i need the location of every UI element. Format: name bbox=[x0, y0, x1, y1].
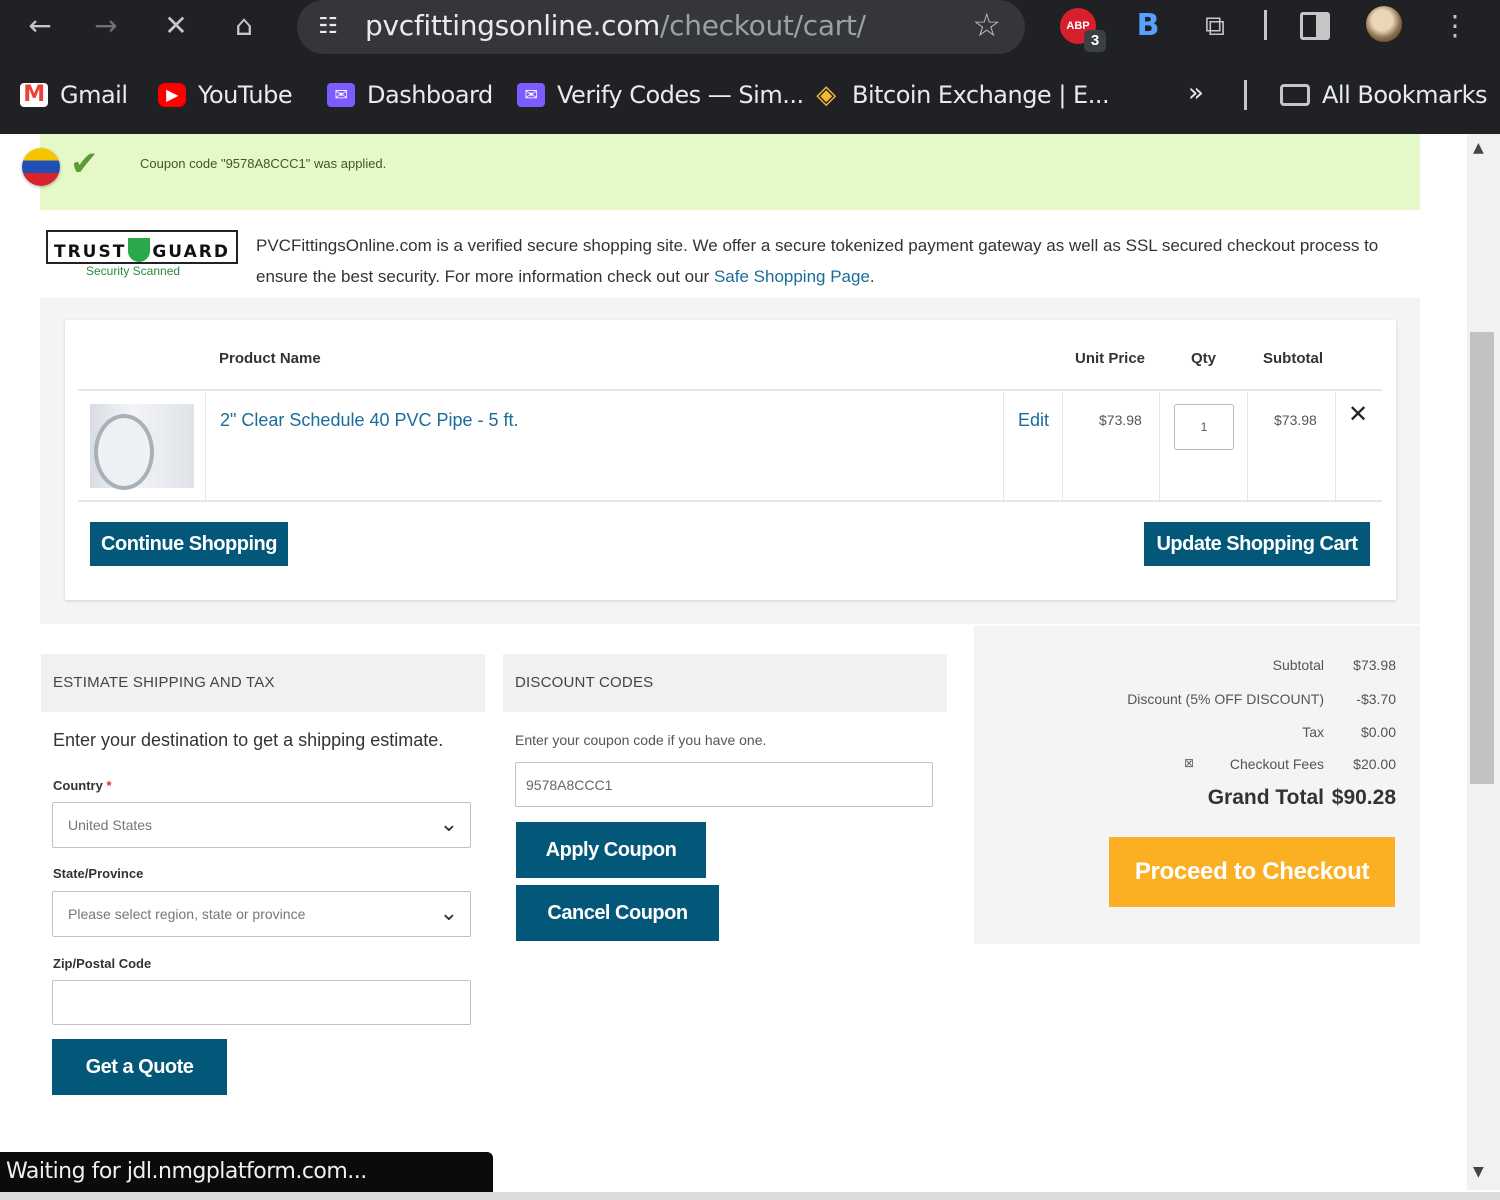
home-icon[interactable]: ⌂ bbox=[224, 6, 264, 46]
extensions-puzzle-icon[interactable]: ⧉ bbox=[1197, 8, 1233, 44]
bookmarks-divider bbox=[1244, 80, 1247, 110]
more-bookmarks-chevron-icon[interactable]: » bbox=[1188, 78, 1204, 108]
forward-arrow-icon[interactable]: → bbox=[86, 6, 126, 46]
url-text[interactable]: pvcfittingsonline.com/checkout/cart/ bbox=[365, 9, 866, 42]
side-panel-icon[interactable] bbox=[1300, 12, 1330, 40]
bookmark-gmail[interactable]: M Gmail bbox=[20, 78, 128, 112]
coupon-message-text: Coupon code "9578A8CCC1" was applied. bbox=[140, 156, 387, 171]
scroll-up-arrow-icon[interactable]: ▲ bbox=[1473, 140, 1484, 156]
discount-value: -$3.70 bbox=[1356, 691, 1396, 707]
get-quote-button[interactable]: Get a Quote bbox=[52, 1039, 227, 1095]
coupon-code-input[interactable] bbox=[515, 762, 933, 807]
address-bar[interactable]: ☷ pvcfittingsonline.com/checkout/cart/ ☆ bbox=[297, 0, 1025, 54]
bitwarden-extension-icon[interactable]: B bbox=[1130, 8, 1166, 44]
gmail-icon: M bbox=[20, 83, 48, 107]
stop-loading-icon[interactable]: ✕ bbox=[156, 6, 196, 46]
browser-toolbar: ← → ✕ ⌂ ☷ pvcfittingsonline.com/checkout… bbox=[0, 0, 1500, 58]
state-label: State/Province bbox=[53, 866, 144, 881]
mail-icon: ✉ bbox=[327, 83, 355, 107]
unit-price: $73.98 bbox=[1099, 412, 1142, 428]
zip-label: Zip/Postal Code bbox=[53, 956, 152, 971]
header-subtotal: Subtotal bbox=[1263, 350, 1323, 367]
secure-shopping-text: PVCFittingsOnline.com is a verified secu… bbox=[256, 236, 1379, 286]
table-col-divider bbox=[1247, 392, 1248, 500]
binance-icon: ◈ bbox=[816, 80, 836, 110]
checkout-fees-value: $20.00 bbox=[1353, 756, 1396, 772]
profile-avatar[interactable] bbox=[1366, 6, 1402, 42]
table-col-divider bbox=[1159, 392, 1160, 500]
table-divider bbox=[78, 389, 1382, 391]
table-divider bbox=[78, 500, 1382, 502]
bookmark-star-icon[interactable]: ☆ bbox=[972, 6, 1001, 44]
shipping-intro: Enter your destination to get a shipping… bbox=[53, 730, 444, 750]
more-menu-icon[interactable]: ⋮ bbox=[1440, 6, 1470, 46]
row-subtotal: $73.98 bbox=[1274, 412, 1317, 428]
page-bottom-edge bbox=[0, 1192, 1500, 1200]
youtube-icon: ▶ bbox=[158, 83, 186, 107]
shipping-section-title[interactable]: ESTIMATE SHIPPING AND TAX bbox=[41, 654, 485, 712]
site-settings-icon[interactable]: ☷ bbox=[313, 12, 343, 42]
country-select[interactable]: United States ⌄ bbox=[52, 802, 471, 848]
table-col-divider bbox=[1062, 392, 1063, 500]
back-arrow-icon[interactable]: ← bbox=[20, 6, 60, 46]
discount-label: Discount (5% OFF DISCOUNT) bbox=[1127, 691, 1324, 707]
shield-icon bbox=[128, 238, 151, 262]
bookmark-dashboard[interactable]: ✉ Dashboard bbox=[327, 78, 493, 112]
all-bookmarks-button[interactable]: All Bookmarks bbox=[1280, 78, 1487, 112]
table-col-divider bbox=[205, 392, 206, 500]
venezuela-flag-icon[interactable] bbox=[22, 148, 60, 186]
discount-section-title[interactable]: DISCOUNT CODES bbox=[503, 654, 947, 712]
folder-icon bbox=[1280, 84, 1310, 106]
product-image[interactable] bbox=[90, 404, 194, 490]
safe-shopping-link[interactable]: Safe Shopping Page bbox=[714, 267, 870, 286]
edit-item-link[interactable]: Edit bbox=[1018, 410, 1049, 431]
trustguard-subtitle: Security Scanned bbox=[86, 264, 181, 278]
bookmark-verify-codes[interactable]: ✉ Verify Codes — Sim... bbox=[517, 78, 804, 112]
trustguard-logo[interactable]: TRUST GUARD bbox=[46, 230, 238, 264]
continue-shopping-button[interactable]: Continue Shopping bbox=[90, 522, 288, 566]
browser-status-bar: Waiting for jdl.nmgplatform.com... bbox=[0, 1152, 493, 1192]
chevron-down-icon: ⌄ bbox=[439, 812, 458, 837]
grand-total-value: $90.28 bbox=[1331, 786, 1396, 809]
table-col-divider bbox=[1335, 392, 1336, 500]
header-qty: Qty bbox=[1191, 350, 1217, 367]
header-unit-price: Unit Price bbox=[1075, 350, 1146, 367]
update-cart-button[interactable]: Update Shopping Cart bbox=[1144, 522, 1370, 566]
fee-info-icon[interactable]: ⊠ bbox=[1184, 756, 1194, 770]
qty-input[interactable] bbox=[1174, 404, 1234, 450]
coupon-success-message: Coupon code "9578A8CCC1" was applied. bbox=[40, 134, 1420, 210]
country-label: Country * bbox=[53, 778, 112, 793]
product-name-link[interactable]: 2" Clear Schedule 40 PVC Pipe - 5 ft. bbox=[220, 410, 519, 431]
tax-value: $0.00 bbox=[1360, 724, 1396, 740]
checkout-fees-label: Checkout Fees bbox=[1229, 756, 1324, 772]
zip-input[interactable] bbox=[52, 980, 471, 1025]
adblock-badge: 3 bbox=[1084, 30, 1106, 52]
header-product-name: Product Name bbox=[219, 350, 321, 367]
mail-icon: ✉ bbox=[517, 83, 545, 107]
scrollbar-thumb[interactable] bbox=[1470, 332, 1494, 784]
subtotal-value: $73.98 bbox=[1353, 657, 1396, 673]
adblock-extension-icon[interactable]: ABP 3 bbox=[1060, 8, 1106, 52]
apply-coupon-button[interactable]: Apply Coupon bbox=[516, 822, 706, 878]
scroll-down-arrow-icon[interactable]: ▼ bbox=[1473, 1164, 1484, 1180]
tax-label: Tax bbox=[1302, 724, 1324, 740]
chevron-down-icon: ⌄ bbox=[439, 901, 458, 926]
remove-item-icon[interactable]: ✕ bbox=[1348, 400, 1368, 428]
grand-total-label: Grand Total bbox=[1207, 786, 1324, 809]
proceed-to-checkout-button[interactable]: Proceed to Checkout bbox=[1109, 837, 1395, 907]
toolbar-divider bbox=[1264, 10, 1267, 40]
table-col-divider bbox=[1003, 392, 1004, 500]
cancel-coupon-button[interactable]: Cancel Coupon bbox=[516, 885, 719, 941]
discount-intro: Enter your coupon code if you have one. bbox=[515, 732, 767, 748]
checkmark-icon: ✔ bbox=[70, 144, 99, 184]
bookmarks-bar: M Gmail ▶ YouTube ✉ Dashboard ✉ Verify Codes… bbox=[0, 58, 1500, 134]
state-select[interactable]: Please select region, state or province ⌄ bbox=[52, 891, 471, 937]
bookmark-bitcoin-exchange[interactable]: ◈ Bitcoin Exchange | E... bbox=[812, 78, 1109, 112]
bookmark-youtube[interactable]: ▶ YouTube bbox=[158, 78, 293, 112]
subtotal-label: Subtotal bbox=[1272, 657, 1324, 673]
